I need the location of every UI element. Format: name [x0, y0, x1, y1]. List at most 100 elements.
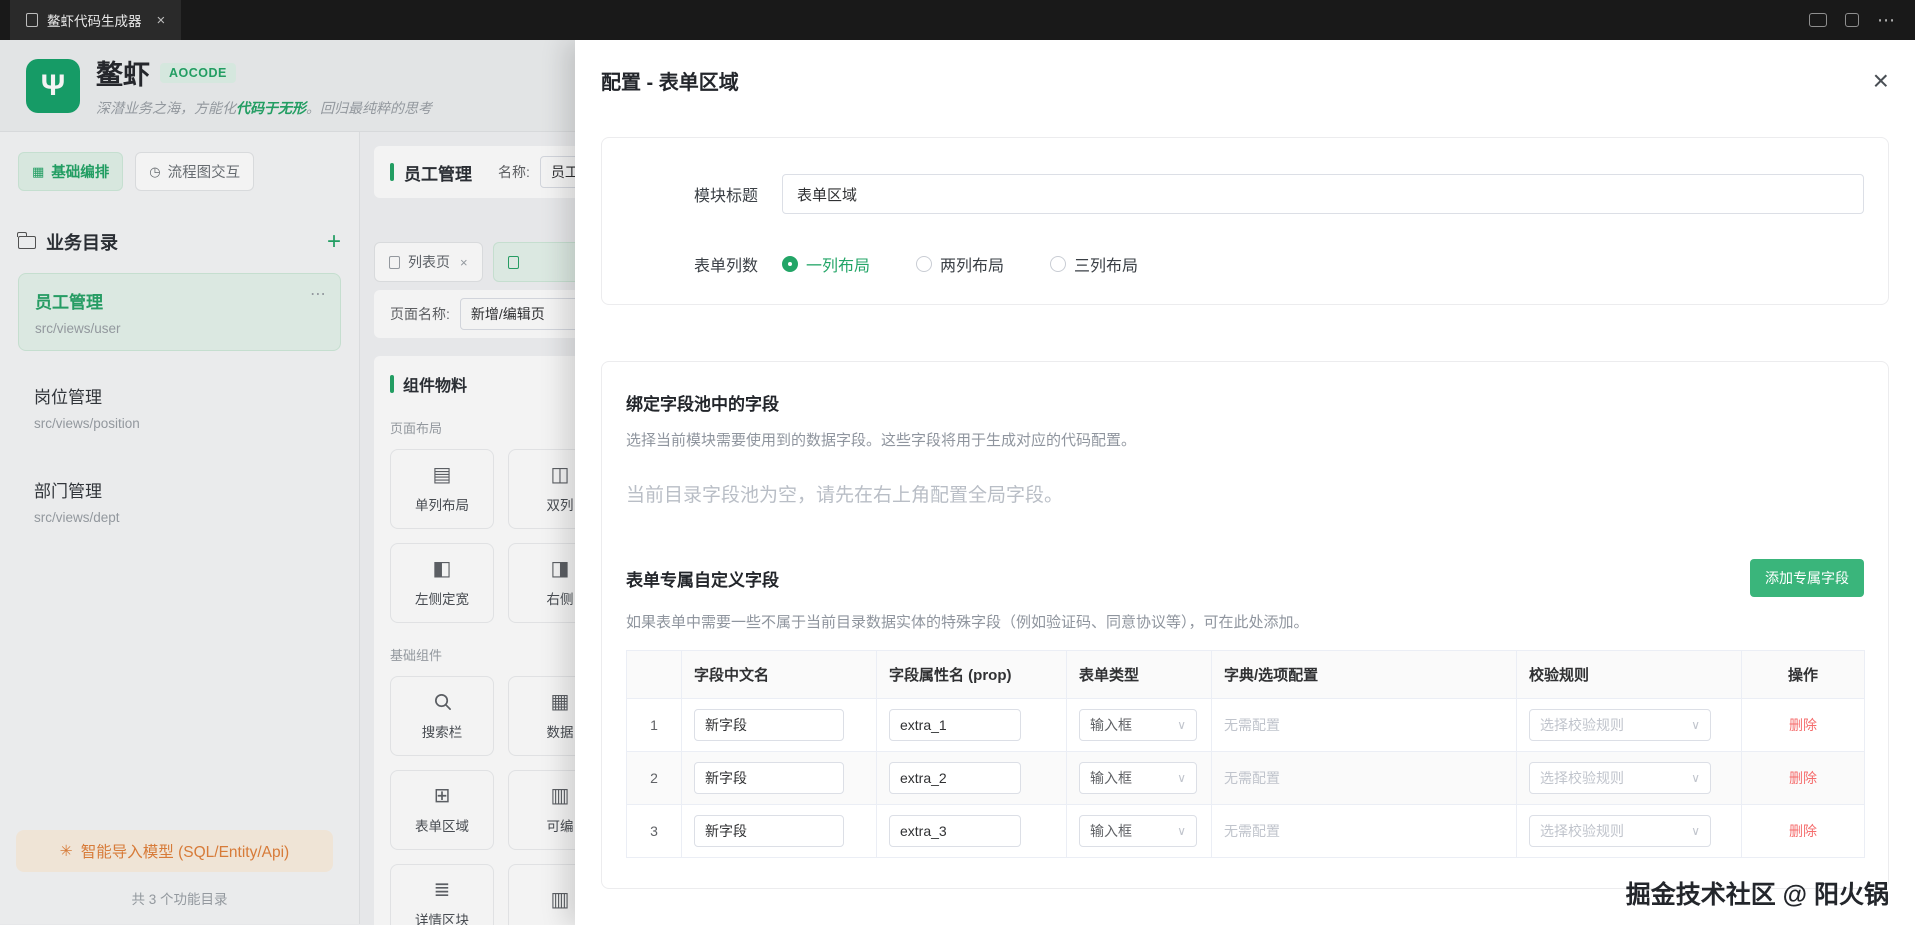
- field-cn-name-input[interactable]: [694, 709, 844, 741]
- chevron-down-icon: ∨: [1691, 771, 1700, 785]
- radio-dot-icon: [1050, 256, 1067, 272]
- validation-rule-select[interactable]: 选择校验规则 ∨: [1529, 815, 1711, 847]
- delete-link[interactable]: 删除: [1789, 717, 1817, 733]
- radio-dot-icon: [782, 256, 798, 272]
- screen: 鳌虾代码生成器 × ⋯ Ψ 鳌虾 AOCODE 深潜业务之海，方能化代码于无形。…: [0, 0, 1915, 925]
- name-label: 名称:: [498, 164, 530, 180]
- chevron-down-icon: ∨: [1177, 824, 1186, 838]
- col-form-type: 表单类型: [1066, 650, 1212, 699]
- flowchart-icon: ◷: [149, 163, 161, 179]
- row-index: 2: [626, 751, 682, 805]
- tab-close-icon[interactable]: ×: [460, 255, 468, 270]
- smart-import-label: 智能导入模型 (SQL/Entity/Api): [80, 844, 290, 861]
- material-card-form-area[interactable]: ⊞ 表单区域: [390, 770, 494, 850]
- bind-fields-desc: 选择当前模块需要使用到的数据字段。这些字段将用于生成对应的代码配置。: [626, 432, 1137, 449]
- sidebar-footer: 共 3 个功能目录: [131, 892, 228, 907]
- tagline-prefix: 深潜业务之海，方能化: [96, 100, 236, 116]
- bind-fields-title: 绑定字段池中的字段: [626, 395, 779, 414]
- left-fixed-icon: ◧: [432, 557, 452, 580]
- page-icon: [26, 13, 38, 27]
- table-header-row: 字段中文名 字段属性名 (prop) 表单类型 字典/选项配置 校验规则 操作: [626, 650, 1865, 699]
- data-table-icon: ▦: [550, 690, 570, 713]
- brand-name: 鳌虾: [96, 60, 150, 90]
- radio-one-column[interactable]: 一列布局: [782, 252, 870, 276]
- add-directory-button[interactable]: +: [327, 230, 341, 254]
- tab-flowchart-interact[interactable]: ◷ 流程图交互: [135, 152, 255, 191]
- module-title-input[interactable]: [782, 174, 1864, 214]
- sparkle-icon: ✳: [59, 842, 73, 860]
- item-more-icon[interactable]: ⋯: [310, 284, 326, 304]
- material-card-single-column[interactable]: ▤ 单列布局: [390, 449, 494, 529]
- validation-rule-select[interactable]: 选择校验规则 ∨: [1529, 709, 1711, 741]
- tab-basic-arrange[interactable]: ▦ 基础编排: [18, 152, 124, 191]
- sidebar-item-position[interactable]: 岗位管理 src/views/position: [18, 369, 341, 445]
- browser-tab[interactable]: 鳌虾代码生成器 ×: [10, 0, 182, 40]
- radio-two-column[interactable]: 两列布局: [916, 252, 1004, 276]
- delete-link[interactable]: 删除: [1789, 823, 1817, 839]
- grid-icon: ▦: [32, 163, 45, 179]
- editable-table-icon: ▥: [550, 784, 570, 807]
- sidebar-item-dept[interactable]: 部门管理 src/views/dept: [18, 463, 341, 539]
- material-card-left-fixed[interactable]: ◧ 左侧定宽: [390, 543, 494, 623]
- validation-rule-select[interactable]: 选择校验规则 ∨: [1529, 762, 1711, 794]
- chevron-down-icon: ∨: [1177, 718, 1186, 732]
- smart-import-button[interactable]: ✳ 智能导入模型 (SQL/Entity/Api): [16, 830, 333, 872]
- table-row: 1 输入框∨ 无需配置 选择校验规则∨ 删除: [626, 698, 1865, 752]
- table-row: 3 输入框∨ 无需配置 选择校验规则∨ 删除: [626, 804, 1865, 858]
- reader-mode-icon[interactable]: [1809, 13, 1827, 27]
- tagline-highlight: 代码于无形: [236, 100, 306, 116]
- browser-bar: 鳌虾代码生成器 × ⋯: [0, 0, 1915, 40]
- tab-basic-arrange-label: 基础编排: [51, 165, 110, 181]
- search-icon: [433, 692, 452, 712]
- double-column-icon: ◫: [550, 463, 570, 486]
- radio-three-column[interactable]: 三列布局: [1050, 252, 1138, 276]
- form-type-select[interactable]: 输入框 ∨: [1079, 709, 1197, 741]
- dict-config-text: 无需配置: [1224, 823, 1280, 839]
- directory-name: 岗位管理: [34, 388, 102, 407]
- row-index: 1: [626, 698, 682, 752]
- form-type-select[interactable]: 输入框 ∨: [1079, 815, 1197, 847]
- field-prop-input[interactable]: [889, 709, 1021, 741]
- tab-close-icon[interactable]: ×: [157, 12, 166, 29]
- field-cn-name-input[interactable]: [694, 762, 844, 794]
- single-column-icon: ▤: [432, 463, 452, 486]
- module-settings-card: 模块标题 表单列数 一列布局 两列布局 三列布局: [601, 137, 1889, 305]
- window-icon[interactable]: [1845, 13, 1859, 27]
- sidebar-item-employee[interactable]: 员工管理 src/views/user ⋯: [18, 273, 341, 351]
- directory-path: src/views/user: [35, 321, 121, 336]
- drawer-title: 配置 - 表单区域: [601, 72, 739, 94]
- field-cn-name-input[interactable]: [694, 815, 844, 847]
- tab-list-page[interactable]: 列表页 ×: [374, 242, 483, 282]
- directory-name: 部门管理: [34, 482, 102, 501]
- page-file-icon: [507, 255, 519, 269]
- dict-config-text: 无需配置: [1224, 770, 1280, 786]
- page-name-label: 页面名称:: [390, 306, 450, 322]
- materials-title: 组件物料: [403, 378, 468, 395]
- close-icon[interactable]: ×: [1873, 66, 1889, 95]
- col-validation: 校验规则: [1516, 650, 1742, 699]
- folder-icon: [17, 231, 36, 249]
- material-card-detail-block[interactable]: ≣ 详情区块: [390, 864, 494, 925]
- form-type-select[interactable]: 输入框 ∨: [1079, 762, 1197, 794]
- workspace-title: 员工管理: [404, 164, 472, 184]
- empty-field-pool-text: 当前目录字段池为空，请先在右上角配置全局字段。: [626, 485, 1064, 506]
- directory-path: src/views/dept: [34, 510, 120, 525]
- table-row: 2 输入框∨ 无需配置 选择校验规则∨ 删除: [626, 751, 1865, 805]
- delete-link[interactable]: 删除: [1789, 770, 1817, 786]
- page-file-icon: [389, 255, 400, 269]
- form-columns-label: 表单列数: [693, 258, 758, 275]
- accent-bar: [390, 375, 394, 393]
- browser-more-icon[interactable]: ⋯: [1877, 10, 1897, 31]
- component-icon: ▥: [550, 888, 570, 911]
- config-drawer: 配置 - 表单区域 × 模块标题 表单列数 一列布局 两列布局: [575, 40, 1915, 925]
- directory-path: src/views/position: [34, 416, 140, 431]
- material-card-search-bar[interactable]: 搜索栏: [390, 676, 494, 756]
- field-prop-input[interactable]: [889, 815, 1021, 847]
- add-custom-field-button[interactable]: 添加专属字段: [1750, 559, 1864, 597]
- field-prop-input[interactable]: [889, 762, 1021, 794]
- col-actions: 操作: [1741, 650, 1865, 699]
- row-index: 3: [626, 804, 682, 858]
- radio-dot-icon: [916, 256, 933, 272]
- browser-actions: ⋯: [1809, 10, 1897, 31]
- tagline-suffix: 。回归最纯粹的思考: [306, 100, 432, 116]
